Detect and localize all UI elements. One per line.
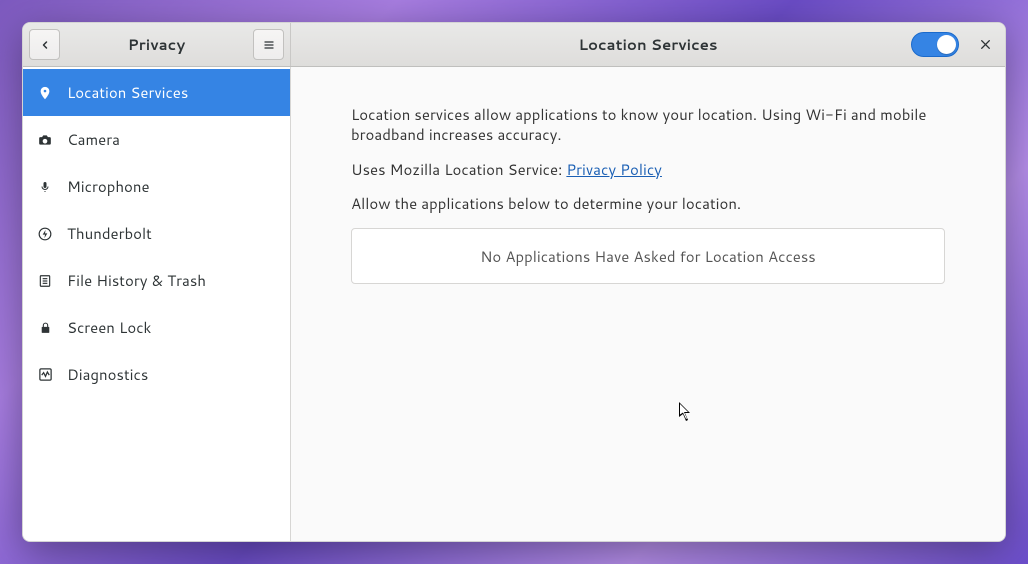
privacy-policy-link[interactable]: Privacy Policy — [566, 159, 662, 180]
thunderbolt-icon — [37, 226, 53, 242]
headerbar-right: Location Services — [291, 23, 1005, 66]
mozilla-location-line: Uses Mozilla Location Service: Privacy P… — [351, 160, 945, 180]
header-right-controls — [911, 32, 997, 57]
mozilla-location-text: Uses Mozilla Location Service: — [351, 159, 566, 180]
header-left-title: Privacy — [60, 34, 253, 55]
toggle-thumb — [937, 35, 956, 54]
sidebar-item-diagnostics[interactable]: Diagnostics — [23, 351, 290, 398]
close-icon — [979, 38, 992, 51]
close-button[interactable] — [973, 33, 997, 57]
lock-icon — [37, 320, 53, 336]
back-button[interactable] — [29, 29, 60, 60]
location-services-toggle[interactable] — [911, 32, 959, 57]
location-description: Location services allow applications to … — [351, 105, 945, 146]
sidebar-item-label: Camera — [67, 129, 120, 150]
sidebar-item-label: Microphone — [67, 176, 150, 197]
sidebar-item-label: File History & Trash — [67, 270, 206, 291]
hamburger-icon — [262, 39, 276, 51]
diagnostics-icon — [37, 367, 53, 383]
microphone-icon — [37, 179, 53, 195]
camera-icon — [37, 132, 53, 148]
sidebar-item-label: Thunderbolt — [67, 223, 152, 244]
headerbar: Privacy Location Services — [23, 23, 1005, 67]
headerbar-left: Privacy — [23, 23, 291, 66]
sidebar-item-label: Location Services — [67, 82, 188, 103]
menu-button[interactable] — [253, 29, 284, 60]
applications-list: No Applications Have Asked for Location … — [351, 228, 945, 284]
sidebar-item-label: Screen Lock — [67, 317, 151, 338]
window-body: Location Services Camera Microphone Thun… — [23, 67, 1005, 541]
sidebar-item-thunderbolt[interactable]: Thunderbolt — [23, 210, 290, 257]
sidebar-item-location-services[interactable]: Location Services — [23, 69, 290, 116]
allow-apps-text: Allow the applications below to determin… — [351, 194, 945, 214]
sidebar: Location Services Camera Microphone Thun… — [23, 67, 291, 541]
chevron-left-icon — [39, 39, 51, 51]
settings-window: Privacy Location Services L — [22, 22, 1006, 542]
sidebar-item-microphone[interactable]: Microphone — [23, 163, 290, 210]
sidebar-item-label: Diagnostics — [67, 364, 148, 385]
location-icon — [37, 85, 53, 101]
filehistory-icon — [37, 273, 53, 289]
sidebar-item-screen-lock[interactable]: Screen Lock — [23, 304, 290, 351]
content-area: Location services allow applications to … — [291, 67, 1005, 541]
empty-applications-label: No Applications Have Asked for Location … — [480, 246, 815, 267]
header-right-title: Location Services — [291, 34, 1005, 55]
sidebar-item-file-history-trash[interactable]: File History & Trash — [23, 257, 290, 304]
sidebar-item-camera[interactable]: Camera — [23, 116, 290, 163]
